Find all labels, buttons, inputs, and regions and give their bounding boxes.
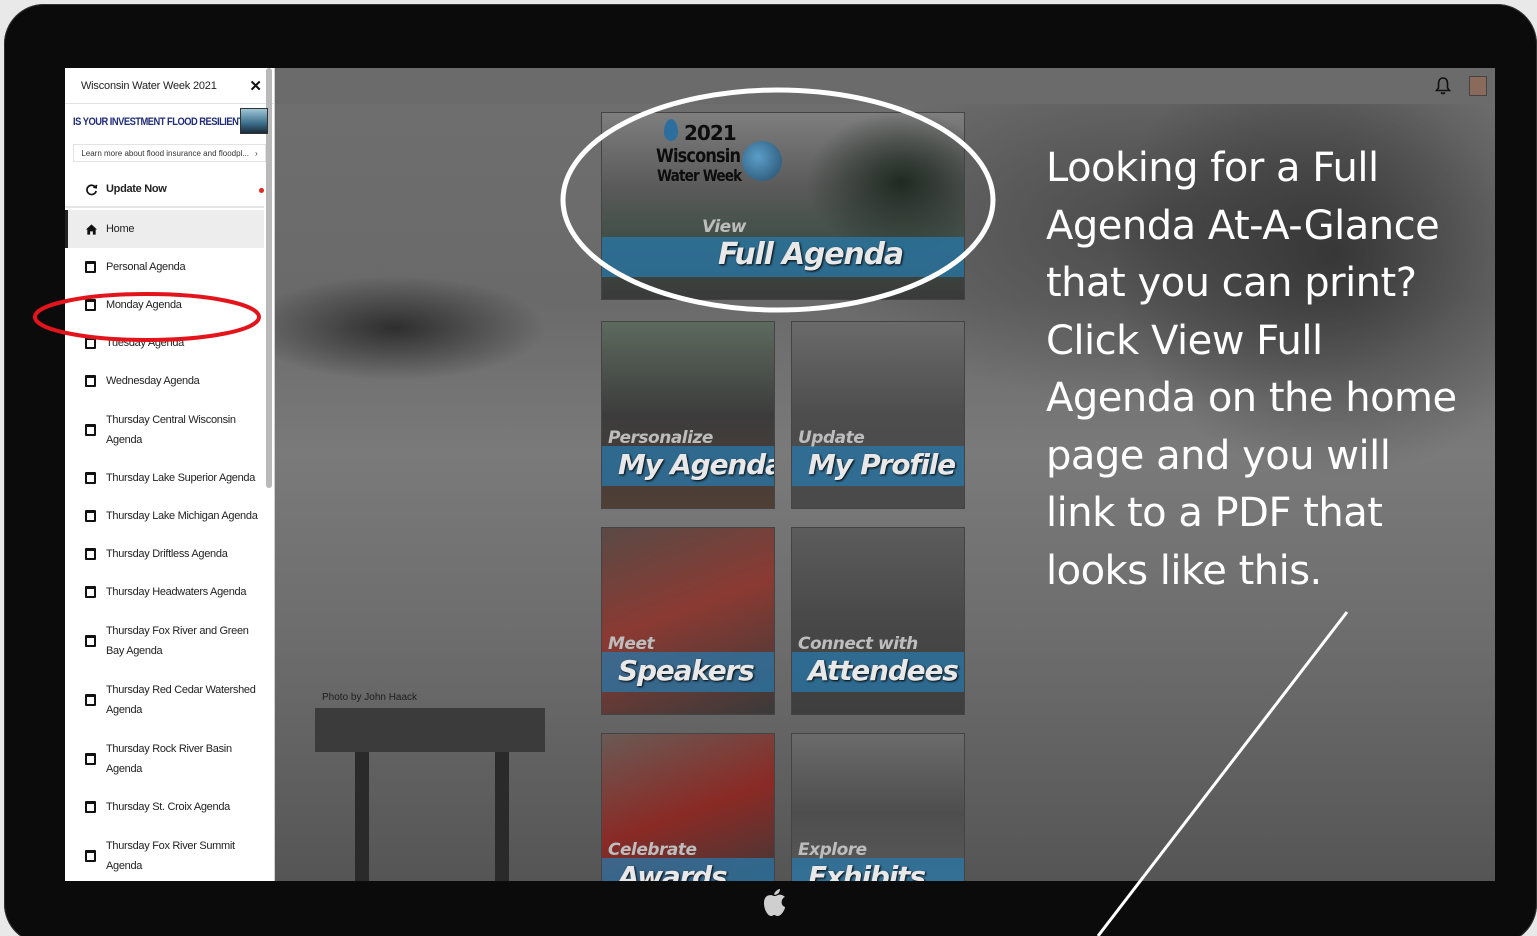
calendar-icon [85, 423, 96, 436]
tile-my-agenda[interactable]: Personalize My Agenda [601, 321, 775, 509]
sidebar-item-label: Wednesday Agenda [106, 375, 200, 387]
calendar-icon [85, 472, 96, 484]
sidebar-item-label: Thursday Headwaters Agenda [106, 586, 247, 598]
banner-link-text: Learn more about flood insurance and flo… [81, 148, 249, 158]
sidebar-item-agenda[interactable]: Thursday Fox River Summit Agenda [65, 826, 274, 881]
logo-line2: Water Week [657, 166, 742, 185]
sidebar-item-agenda[interactable]: Thursday Fox River and Green Bay Agenda [65, 611, 274, 670]
sidebar-item-agenda[interactable]: Thursday Lake Superior Agenda [65, 459, 274, 497]
ad-banner[interactable]: IS YOUR INVESTMENT FLOOD RESILIENT? [65, 104, 274, 144]
sidebar: Wisconsin Water Week 2021 ✕ IS YOUR INVE… [65, 68, 275, 881]
sidebar-item-home[interactable]: Home [65, 210, 264, 248]
close-icon[interactable]: ✕ [249, 77, 262, 95]
annotation-text: Looking for a Full Agenda At-A-Glance th… [1046, 145, 1457, 594]
calendar-icon [85, 299, 96, 311]
sidebar-item-agenda[interactable]: Personal Agenda [65, 248, 274, 286]
calendar-icon [85, 261, 96, 273]
sidebar-item-label: Thursday Lake Michigan Agenda [106, 510, 258, 522]
sidebar-item-label: Monday Agenda [106, 299, 182, 311]
home-icon [85, 223, 98, 235]
sidebar-agenda-list: Personal Agenda Monday Agenda Tuesday Agen… [65, 248, 274, 881]
calendar-icon [85, 375, 96, 387]
tile-big-text: Exhibits [808, 860, 926, 881]
sidebar-item-agenda[interactable]: Thursday Lake Michigan Agenda [65, 497, 274, 535]
refresh-icon [86, 183, 98, 195]
sidebar-header: Wisconsin Water Week 2021 ✕ [65, 68, 274, 104]
calendar-icon [85, 693, 96, 706]
sidebar-item-label: Thursday Fox River Summit Agenda [106, 839, 235, 872]
tile-big-text: Awards [618, 860, 728, 881]
full-agenda-tile[interactable]: 2021 Wisconsin Water Week View Full Agen… [601, 112, 965, 300]
sidebar-title: Wisconsin Water Week 2021 [81, 79, 217, 92]
tile-small-text: Explore [798, 840, 867, 860]
sidebar-item-label: Thursday Fox River and Green Bay Agenda [106, 624, 249, 657]
calendar-icon [85, 510, 96, 522]
background-trees-left [275, 268, 635, 388]
avatar[interactable] [1469, 76, 1487, 96]
calendar-icon [85, 586, 96, 598]
calendar-icon [85, 634, 96, 647]
sidebar-item-agenda[interactable]: Thursday Headwaters Agenda [65, 573, 274, 611]
background-bench [315, 708, 545, 881]
sidebar-item-agenda[interactable]: Thursday Rock River Basin Agenda [65, 729, 274, 788]
sidebar-item-label: Thursday St. Croix Agenda [106, 801, 230, 813]
banner-headline: IS YOUR INVESTMENT FLOOD RESILIENT? [73, 116, 249, 128]
sidebar-item-label: Thursday Red Cedar Watershed Agenda [106, 683, 256, 716]
water-drop-icon [664, 119, 678, 141]
logo-year: 2021 [684, 121, 737, 145]
sidebar-item-agenda[interactable]: Wednesday Agenda [65, 362, 274, 400]
sidebar-item-agenda[interactable]: Thursday St. Croix Agenda [65, 788, 274, 826]
tile-small-text: View [702, 217, 746, 237]
tile-big-text: Speakers [618, 654, 755, 687]
tile-big-text: Full Agenda [718, 237, 904, 272]
tile-attendees[interactable]: Connect with Attendees [791, 527, 965, 715]
sidebar-item-agenda[interactable]: Thursday Red Cedar Watershed Agenda [65, 670, 274, 729]
update-now-label: Update Now [106, 183, 167, 195]
tile-awards[interactable]: Celebrate Awards [601, 733, 775, 881]
tile-small-text: Update [798, 428, 865, 448]
tile-small-text: Celebrate [608, 840, 697, 860]
calendar-icon [85, 752, 96, 765]
top-bar [275, 68, 1495, 104]
bell-icon[interactable] [1435, 77, 1451, 95]
sidebar-item-label: Thursday Driftless Agenda [106, 548, 228, 560]
sidebar-item-label: Thursday Lake Superior Agenda [106, 472, 256, 484]
calendar-icon [85, 548, 96, 560]
apple-logo-icon [764, 889, 785, 916]
tile-exhibits[interactable]: Explore Exhibits [791, 733, 965, 881]
sidebar-item-label: Personal Agenda [106, 261, 186, 273]
logo-line1: Wisconsin [656, 145, 741, 167]
sidebar-item-agenda[interactable]: Thursday Driftless Agenda [65, 535, 274, 573]
tile-speakers[interactable]: Meet Speakers [601, 527, 775, 715]
tile-small-text: Connect with [798, 634, 918, 654]
banner-image [240, 108, 268, 134]
tile-big-text: Attendees [808, 654, 959, 687]
tile-big-text: My Profile [808, 448, 956, 481]
calendar-icon [85, 337, 96, 349]
sidebar-item-label: Home [106, 223, 135, 235]
globe-icon [742, 141, 782, 181]
calendar-icon [85, 801, 96, 813]
sidebar-item-label: Thursday Central Wisconsin Agenda [106, 413, 236, 446]
tile-small-text: Meet [608, 634, 655, 654]
notification-dot [259, 188, 264, 193]
calendar-icon [85, 849, 96, 862]
banner-link[interactable]: Learn more about flood insurance and flo… [73, 144, 266, 162]
tree-silhouette [782, 113, 964, 253]
photo-credit: Photo by John Haack [322, 692, 418, 703]
sidebar-item-label: Tuesday Agenda [106, 337, 184, 349]
sidebar-item-agenda[interactable]: Tuesday Agenda [65, 324, 274, 362]
chevron-right-icon: › [255, 148, 258, 158]
tile-my-profile[interactable]: Update My Profile [791, 321, 965, 509]
tile-small-text: Personalize [608, 428, 713, 448]
sidebar-item-label: Thursday Rock River Basin Agenda [106, 742, 232, 775]
tile-big-text: My Agenda [618, 448, 775, 481]
sidebar-item-agenda[interactable]: Monday Agenda [65, 286, 274, 324]
update-now-button[interactable]: Update Now [65, 172, 264, 208]
sidebar-item-agenda[interactable]: Thursday Central Wisconsin Agenda [65, 400, 274, 459]
